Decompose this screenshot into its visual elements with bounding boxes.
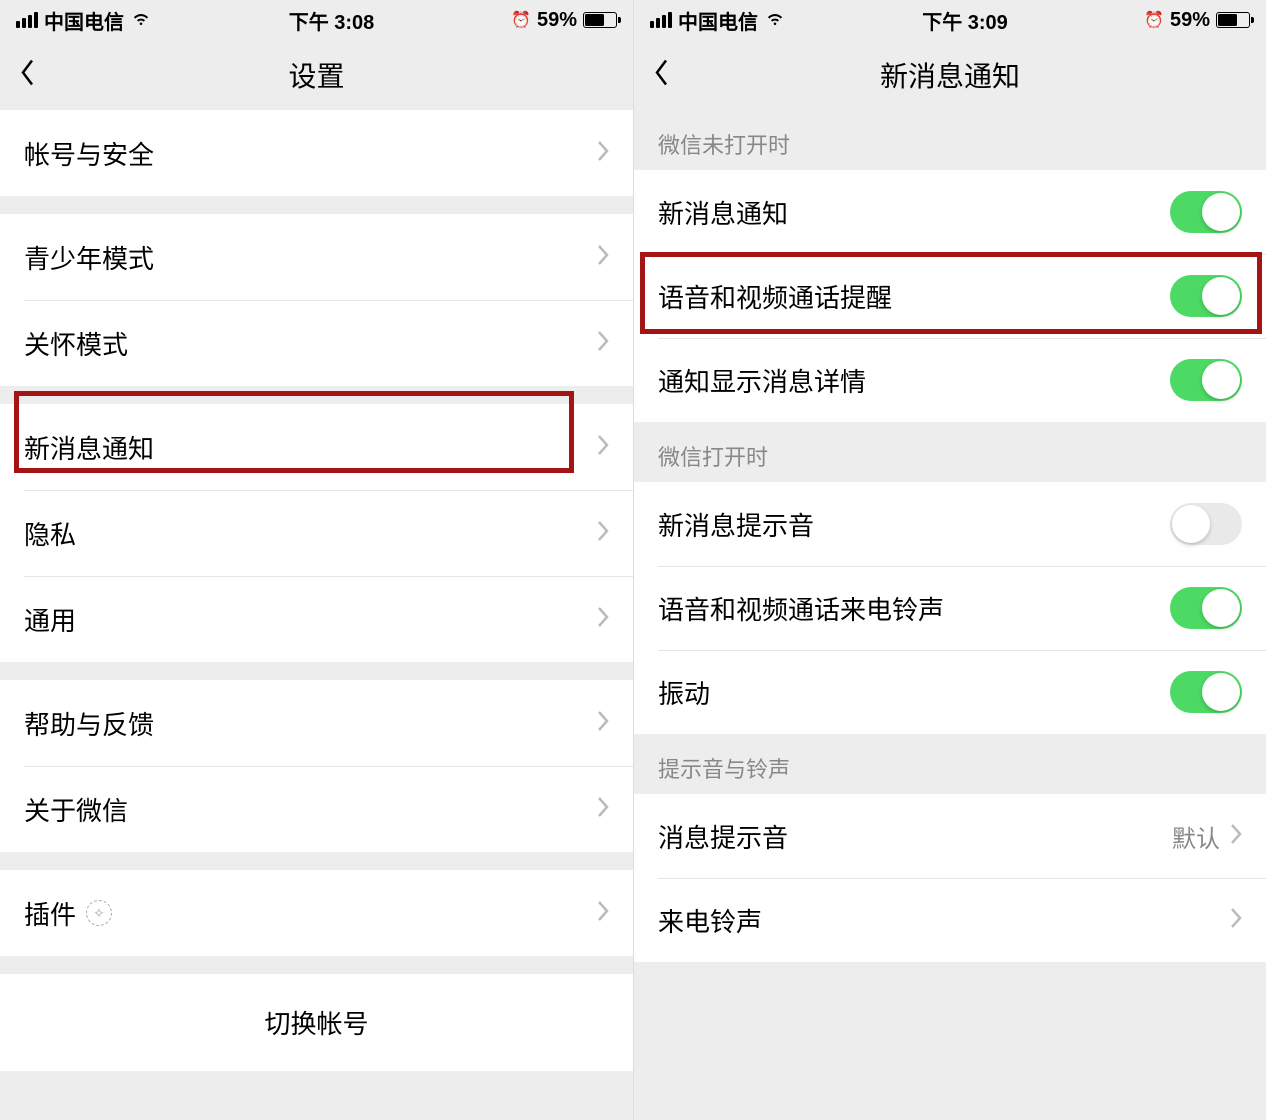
right-screen: 中国电信 下午 3:09 ⏰ 59% 新消息通知 微信未打开时 新消息通知 语音… xyxy=(633,0,1266,1120)
cell-show-detail[interactable]: 通知显示消息详情 xyxy=(634,338,1266,422)
cell-value: 默认 xyxy=(1172,819,1220,854)
chevron-right-icon xyxy=(597,330,609,357)
cell-label: 关怀模式 xyxy=(24,325,128,362)
cell-msg-sound[interactable]: 新消息提示音 xyxy=(634,482,1266,566)
chevron-right-icon xyxy=(597,606,609,633)
settings-list: 帐号与安全 青少年模式 关怀模式 新消息通知 隐私 通用 帮助与反馈 关于微信 … xyxy=(0,110,633,1071)
signal-icon xyxy=(650,12,672,28)
cell-label: 通知显示消息详情 xyxy=(658,362,866,399)
cell-label: 新消息通知 xyxy=(658,194,788,231)
nav-bar: 新消息通知 xyxy=(634,40,1266,110)
chevron-right-icon xyxy=(597,796,609,823)
cell-care-mode[interactable]: 关怀模式 xyxy=(0,300,633,386)
cell-label: 语音和视频通话提醒 xyxy=(658,278,892,315)
cell-privacy[interactable]: 隐私 xyxy=(0,490,633,576)
page-title: 设置 xyxy=(288,55,344,95)
cell-label: 帮助与反馈 xyxy=(24,705,154,742)
chevron-right-icon xyxy=(597,520,609,547)
toggle-switch[interactable] xyxy=(1170,359,1242,401)
cell-youth-mode[interactable]: 青少年模式 xyxy=(0,214,633,300)
alarm-icon: ⏰ xyxy=(511,10,531,30)
chevron-right-icon xyxy=(597,244,609,271)
cell-new-message-notify[interactable]: 新消息通知 xyxy=(0,404,633,490)
cell-label: 新消息提示音 xyxy=(658,506,814,543)
toggle-switch[interactable] xyxy=(1170,587,1242,629)
wifi-icon xyxy=(764,9,786,32)
toggle-switch[interactable] xyxy=(1170,671,1242,713)
cell-label: 帐号与安全 xyxy=(24,135,154,172)
toggle-switch[interactable] xyxy=(1170,275,1242,317)
status-time: 下午 3:09 xyxy=(922,6,1008,35)
section-header: 微信未打开时 xyxy=(634,110,1266,170)
status-left: 中国电信 xyxy=(16,6,152,35)
plugin-icon: ✧ xyxy=(86,900,112,926)
chevron-right-icon xyxy=(597,434,609,461)
wifi-icon xyxy=(130,9,152,32)
status-left: 中国电信 xyxy=(650,6,786,35)
signal-icon xyxy=(16,12,38,28)
cell-account-security[interactable]: 帐号与安全 xyxy=(0,110,633,196)
cell-voice-video-alert[interactable]: 语音和视频通话提醒 xyxy=(634,254,1266,338)
page-title: 新消息通知 xyxy=(880,55,1020,95)
cell-about-wechat[interactable]: 关于微信 xyxy=(0,766,633,852)
cell-label: 隐私 xyxy=(24,515,76,552)
battery-icon xyxy=(1216,12,1250,28)
switch-account-label: 切换帐号 xyxy=(264,1009,368,1039)
left-screen: 中国电信 下午 3:08 ⏰ 59% 设置 帐号与安全 青少年模式 关怀模式 新… xyxy=(0,0,633,1120)
battery-icon xyxy=(583,12,617,28)
status-right: ⏰ 59% xyxy=(1144,9,1250,32)
cell-help-feedback[interactable]: 帮助与反馈 xyxy=(0,680,633,766)
section-header: 微信打开时 xyxy=(634,422,1266,482)
alarm-icon: ⏰ xyxy=(1144,10,1164,30)
cell-label: 青少年模式 xyxy=(24,239,154,276)
cell-vibrate[interactable]: 振动 xyxy=(634,650,1266,734)
chevron-right-icon xyxy=(1230,823,1242,850)
carrier-text: 中国电信 xyxy=(678,6,758,35)
section-header: 提示音与铃声 xyxy=(634,734,1266,794)
cell-call-ringtone[interactable]: 来电铃声 xyxy=(634,878,1266,962)
cell-label: 消息提示音 xyxy=(658,818,788,855)
cell-new-msg-toggle[interactable]: 新消息通知 xyxy=(634,170,1266,254)
toggle-switch[interactable] xyxy=(1170,503,1242,545)
switch-account-button[interactable]: 切换帐号 xyxy=(0,974,633,1071)
cell-msg-tone[interactable]: 消息提示音 默认 xyxy=(634,794,1266,878)
cell-plugins[interactable]: 插件✧ xyxy=(0,870,633,956)
chevron-right-icon xyxy=(597,710,609,737)
back-button[interactable] xyxy=(10,49,46,102)
cell-label: 新消息通知 xyxy=(24,429,154,466)
notification-list: 微信未打开时 新消息通知 语音和视频通话提醒 通知显示消息详情 微信打开时 新消… xyxy=(634,110,1266,962)
chevron-right-icon xyxy=(597,140,609,167)
status-time: 下午 3:08 xyxy=(289,6,375,35)
toggle-switch[interactable] xyxy=(1170,191,1242,233)
cell-label: 语音和视频通话来电铃声 xyxy=(658,590,944,627)
back-button[interactable] xyxy=(644,49,680,102)
status-bar: 中国电信 下午 3:09 ⏰ 59% xyxy=(634,0,1266,40)
battery-text: 59% xyxy=(1170,9,1210,32)
cell-label: 振动 xyxy=(658,674,710,711)
cell-label: 通用 xyxy=(24,601,76,638)
cell-general[interactable]: 通用 xyxy=(0,576,633,662)
chevron-right-icon xyxy=(597,900,609,927)
cell-voice-ringtone[interactable]: 语音和视频通话来电铃声 xyxy=(634,566,1266,650)
chevron-right-icon xyxy=(1230,907,1242,934)
cell-label: 插件✧ xyxy=(24,895,112,932)
cell-label: 来电铃声 xyxy=(658,902,762,939)
status-right: ⏰ 59% xyxy=(511,9,617,32)
battery-text: 59% xyxy=(537,9,577,32)
cell-label: 关于微信 xyxy=(24,791,128,828)
carrier-text: 中国电信 xyxy=(44,6,124,35)
status-bar: 中国电信 下午 3:08 ⏰ 59% xyxy=(0,0,633,40)
nav-bar: 设置 xyxy=(0,40,633,110)
